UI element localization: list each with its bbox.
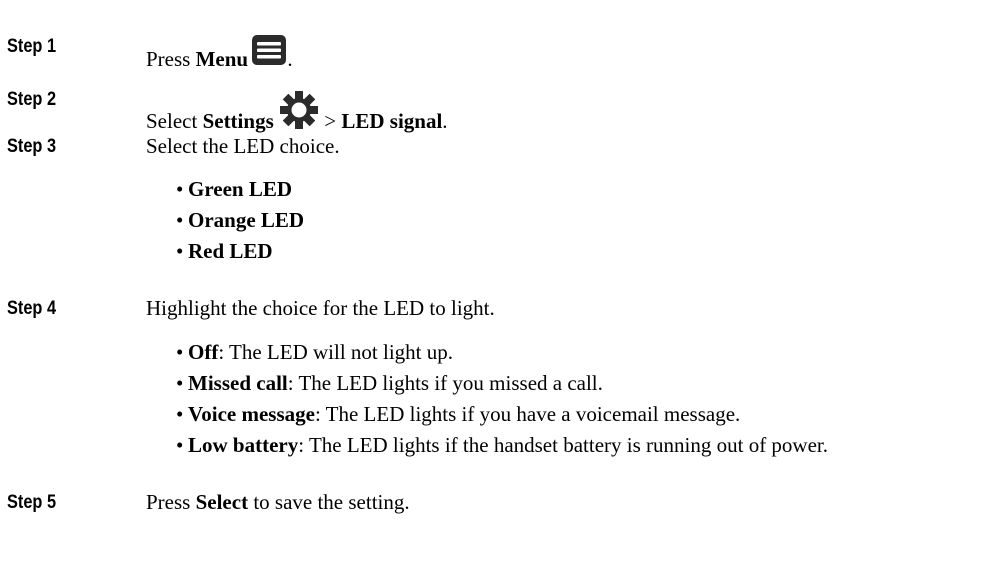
step-1-pre: Press bbox=[146, 47, 196, 71]
menu-term: Menu bbox=[195, 47, 249, 71]
step-1-text: Press Menu . bbox=[146, 34, 293, 72]
step-5-post: to save the setting. bbox=[248, 490, 410, 514]
led-signal-term: LED signal bbox=[341, 109, 443, 133]
led-choice-item: • Green LED bbox=[176, 177, 293, 201]
led-choice-item: • Red LED bbox=[176, 239, 273, 263]
light-option-term: Low battery bbox=[188, 433, 299, 457]
light-option-item: • Off: The LED will not light up. bbox=[176, 340, 454, 364]
led-choice-green: Green LED bbox=[188, 177, 293, 201]
step-5-text: Press Select to save the setting. bbox=[146, 490, 410, 515]
light-option-term: Missed call bbox=[188, 371, 288, 395]
step-1-post: . bbox=[287, 47, 293, 71]
settings-gear-icon bbox=[279, 90, 319, 136]
step-2-text: Select Settings > LED signal. bbox=[146, 88, 448, 134]
step-3-text: Select the LED choice. bbox=[146, 134, 340, 158]
light-option-term: Off bbox=[188, 340, 219, 364]
step-5-label: Step 5 bbox=[7, 492, 57, 513]
step-3-label: Step 3 bbox=[7, 136, 57, 157]
light-option-desc: : The LED lights if the handset battery … bbox=[298, 433, 829, 457]
step-1-label: Step 1 bbox=[7, 36, 57, 57]
step-5-pre: Press bbox=[146, 490, 196, 514]
light-option-item: • Voice message: The LED lights if you ha… bbox=[176, 402, 741, 426]
light-option-desc: : The LED lights if you have a voicemail… bbox=[314, 402, 741, 426]
menu-icon bbox=[251, 34, 287, 72]
step-4-text: Highlight the choice for the LED to ligh… bbox=[146, 296, 495, 320]
step-2-pre: Select bbox=[146, 109, 203, 133]
led-choice-item: • Orange LED bbox=[176, 208, 305, 232]
select-term: Select bbox=[195, 490, 249, 514]
light-option-item: • Missed call: The LED lights if you miss… bbox=[176, 371, 603, 395]
led-choice-red: Red LED bbox=[188, 239, 273, 263]
light-option-item: • Low battery: The LED lights if the hand… bbox=[176, 433, 829, 457]
step-2-post: . bbox=[442, 109, 448, 133]
led-choice-orange: Orange LED bbox=[188, 208, 305, 232]
light-option-desc: : The LED lights if you missed a call. bbox=[287, 371, 603, 395]
settings-term: Settings bbox=[202, 109, 274, 133]
step-2-label: Step 2 bbox=[7, 89, 57, 110]
light-option-desc: : The LED will not light up. bbox=[218, 340, 454, 364]
step-2-separator: > bbox=[319, 109, 342, 133]
light-option-term: Voice message bbox=[188, 402, 315, 426]
step-4-label: Step 4 bbox=[7, 298, 57, 319]
